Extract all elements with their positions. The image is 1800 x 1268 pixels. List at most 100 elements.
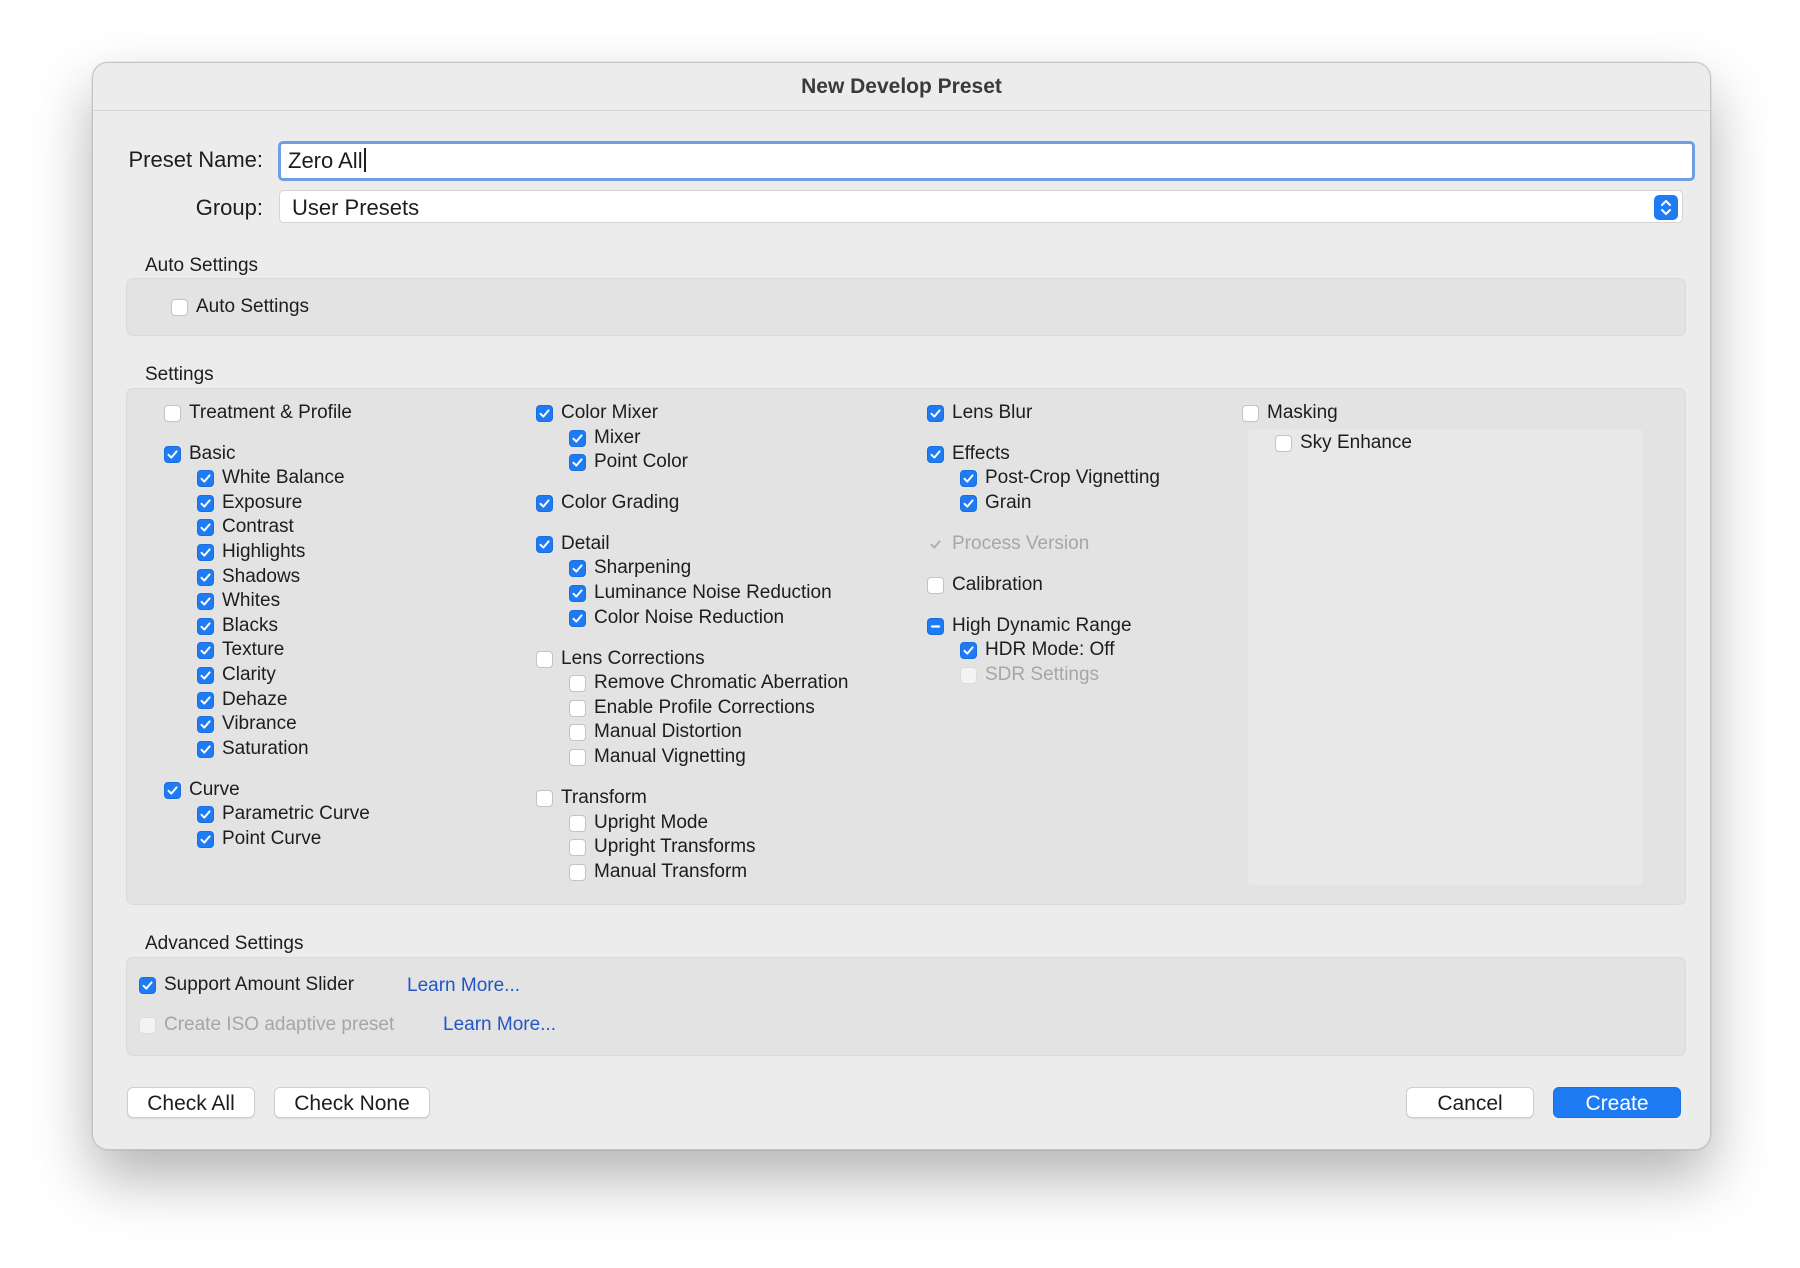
checkbox-unchecked-disabled-icon xyxy=(139,1016,156,1034)
checkbox-exposure[interactable]: Exposure xyxy=(197,491,302,515)
checkbox-saturation[interactable]: Saturation xyxy=(197,737,309,761)
check-none-button[interactable]: Check None xyxy=(274,1087,430,1118)
checkbox-label: Upright Transforms xyxy=(594,836,756,857)
checkbox-label: Remove Chromatic Aberration xyxy=(594,672,849,693)
checkbox-label: Manual Transform xyxy=(594,861,748,882)
checkbox-clarity[interactable]: Clarity xyxy=(197,663,276,687)
create-button[interactable]: Create xyxy=(1553,1087,1681,1118)
checkbox-label: Vibrance xyxy=(222,713,297,734)
cancel-button[interactable]: Cancel xyxy=(1406,1087,1534,1118)
checkbox-sharpening[interactable]: Sharpening xyxy=(569,556,691,580)
checkbox-unchecked-icon xyxy=(1275,434,1292,452)
checkbox-upright-mode[interactable]: Upright Mode xyxy=(569,811,708,835)
checkbox-basic[interactable]: Basic xyxy=(164,442,235,466)
support-amount-slider-checkbox[interactable]: Support Amount Slider xyxy=(139,973,354,997)
checkbox-checked-icon xyxy=(164,445,181,463)
checkbox-sdr-settings: SDR Settings xyxy=(960,663,1099,687)
checkbox-dehaze[interactable]: Dehaze xyxy=(197,688,288,712)
checkbox-color-mixer[interactable]: Color Mixer xyxy=(536,401,658,425)
auto-settings-checkbox-label: Auto Settings xyxy=(196,296,310,317)
checkbox-texture[interactable]: Texture xyxy=(197,638,284,662)
checkbox-upright-transforms[interactable]: Upright Transforms xyxy=(569,835,756,859)
checkbox-whites[interactable]: Whites xyxy=(197,589,280,613)
checkbox-checked-icon xyxy=(569,453,586,471)
checkbox-mixer[interactable]: Mixer xyxy=(569,426,640,450)
checkbox-white-balance[interactable]: White Balance xyxy=(197,466,345,490)
checkbox-sky-enhance[interactable]: Sky Enhance xyxy=(1275,431,1412,455)
checkbox-shadows[interactable]: Shadows xyxy=(197,565,300,589)
checkbox-unchecked-icon xyxy=(1242,404,1259,422)
checkbox-label: Contrast xyxy=(222,516,294,537)
checkbox-manual-vignetting[interactable]: Manual Vignetting xyxy=(569,745,746,769)
checkbox-label: Effects xyxy=(952,443,1010,464)
checkbox-label: Process Version xyxy=(952,533,1090,554)
group-select[interactable]: User Presets xyxy=(279,190,1683,223)
checkbox-unchecked-icon xyxy=(171,298,188,316)
checkbox-enable-profile-corrections[interactable]: Enable Profile Corrections xyxy=(569,696,815,720)
checkbox-curve[interactable]: Curve xyxy=(164,778,240,802)
checkbox-checked-icon xyxy=(569,584,586,602)
checkbox-effects[interactable]: Effects xyxy=(927,442,1010,466)
checkbox-checked-icon xyxy=(536,494,553,512)
checkbox-label: Point Color xyxy=(594,451,688,472)
checkbox-color-noise-reduction[interactable]: Color Noise Reduction xyxy=(569,606,784,630)
preset-name-input[interactable]: Zero All xyxy=(278,141,1695,181)
checkbox-checked-icon xyxy=(197,518,214,536)
checkbox-color-grading[interactable]: Color Grading xyxy=(536,491,679,515)
checkbox-label: Point Curve xyxy=(222,828,322,849)
checkbox-luminance-noise-reduction[interactable]: Luminance Noise Reduction xyxy=(569,581,832,605)
checkbox-label: Highlights xyxy=(222,541,306,562)
checkbox-post-crop-vignetting[interactable]: Post-Crop Vignetting xyxy=(960,466,1160,490)
checkbox-checked-icon xyxy=(927,445,944,463)
checkbox-checked-icon xyxy=(197,543,214,561)
check-all-button[interactable]: Check All xyxy=(127,1087,255,1118)
checkbox-label: Manual Distortion xyxy=(594,721,742,742)
advanced-settings-panel: Support Amount Slider Learn More... Crea… xyxy=(126,957,1686,1056)
checkbox-manual-transform[interactable]: Manual Transform xyxy=(569,860,747,884)
checkbox-checked-icon xyxy=(197,805,214,823)
group-select-value: User Presets xyxy=(292,195,420,220)
new-develop-preset-dialog: New Develop Preset Preset Name: Zero All… xyxy=(92,62,1711,1150)
checkbox-masking[interactable]: Masking xyxy=(1242,401,1338,425)
checkbox-calibration[interactable]: Calibration xyxy=(927,573,1043,597)
checkbox-checked-icon xyxy=(197,568,214,586)
learn-more-link-iso-adaptive[interactable]: Learn More... xyxy=(443,1014,556,1036)
checkbox-unchecked-icon xyxy=(569,838,586,856)
checkbox-mixed-icon xyxy=(927,617,944,635)
checkbox-point-color[interactable]: Point Color xyxy=(569,450,688,474)
checkbox-checked-icon xyxy=(197,469,214,487)
checkbox-unchecked-icon xyxy=(536,789,553,807)
learn-more-link-amount-slider[interactable]: Learn More... xyxy=(407,975,520,997)
checkbox-lens-blur[interactable]: Lens Blur xyxy=(927,401,1032,425)
checkbox-label: Basic xyxy=(189,443,236,464)
checkbox-label: Lens Blur xyxy=(952,402,1033,423)
checkbox-label: Clarity xyxy=(222,664,276,685)
checkbox-lens-corrections[interactable]: Lens Corrections xyxy=(536,647,705,671)
checkbox-label: Transform xyxy=(561,787,647,808)
checkbox-label: Create ISO adaptive preset xyxy=(164,1014,395,1035)
checkbox-hdr-mode-off[interactable]: HDR Mode: Off xyxy=(960,638,1115,662)
checkbox-remove-chromatic-aberration[interactable]: Remove Chromatic Aberration xyxy=(569,671,849,695)
group-label: Group: xyxy=(195,195,263,220)
checkbox-point-curve[interactable]: Point Curve xyxy=(197,827,321,851)
checkbox-detail[interactable]: Detail xyxy=(536,532,610,556)
checkbox-blacks[interactable]: Blacks xyxy=(197,614,278,638)
auto-settings-checkbox[interactable]: Auto Settings xyxy=(171,295,309,319)
auto-settings-panel: Auto Settings xyxy=(126,278,1686,336)
checkbox-vibrance[interactable]: Vibrance xyxy=(197,712,297,736)
checkbox-unchecked-icon xyxy=(164,404,181,422)
checkbox-label: Enable Profile Corrections xyxy=(594,697,815,718)
checkbox-grain[interactable]: Grain xyxy=(960,491,1031,515)
checkbox-high-dynamic-range[interactable]: High Dynamic Range xyxy=(927,614,1132,638)
checkbox-treatment-profile[interactable]: Treatment & Profile xyxy=(164,401,352,425)
checkbox-transform[interactable]: Transform xyxy=(536,786,647,810)
settings-panel: Treatment & Profile Basic White Balance … xyxy=(126,388,1686,905)
checkbox-label: Lens Corrections xyxy=(561,648,705,669)
checkbox-label: Manual Vignetting xyxy=(594,746,746,767)
masking-group-well xyxy=(1248,429,1643,885)
checkbox-label: Texture xyxy=(222,639,285,660)
checkbox-parametric-curve[interactable]: Parametric Curve xyxy=(197,802,370,826)
checkbox-contrast[interactable]: Contrast xyxy=(197,515,294,539)
checkbox-highlights[interactable]: Highlights xyxy=(197,540,305,564)
checkbox-manual-distortion[interactable]: Manual Distortion xyxy=(569,720,742,744)
